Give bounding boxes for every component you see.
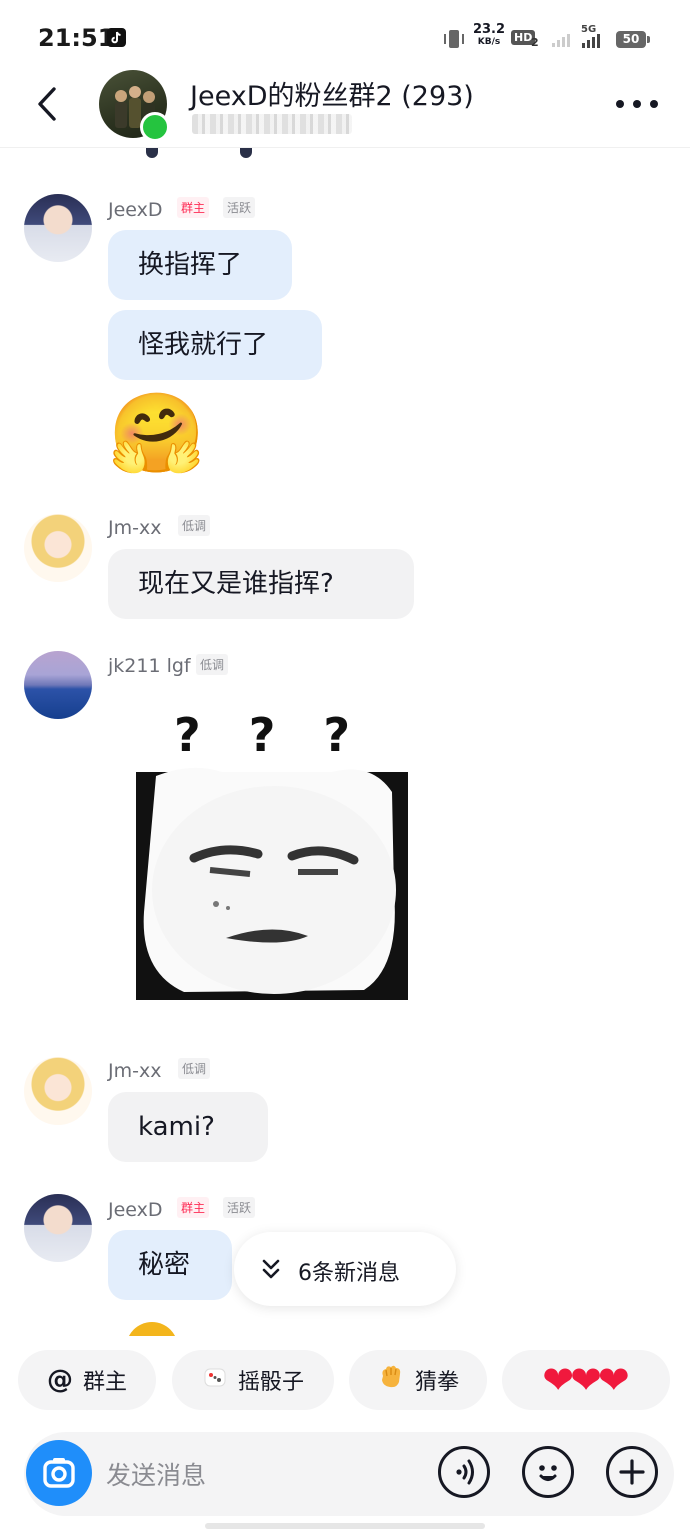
badge-lowkey: 低调 — [178, 1058, 211, 1079]
group-title[interactable]: JeexD的粉丝群2 (293) — [190, 74, 474, 113]
hearts-button[interactable]: ❤ ❤ ❤ — [502, 1350, 670, 1410]
voice-button[interactable] — [438, 1446, 490, 1498]
sender-name: jk211 lgf — [108, 655, 191, 677]
badge-active: 活跃 — [223, 197, 256, 218]
panda-sticker[interactable]: ? ? ? — [132, 708, 412, 1002]
at-icon: @ — [46, 1365, 73, 1395]
message-input-placeholder[interactable]: 发送消息 — [106, 1456, 206, 1492]
partial-emoji — [126, 1322, 178, 1336]
more-dot-icon — [633, 100, 641, 108]
avatar-jm-xx[interactable] — [24, 514, 92, 582]
more-dot-icon — [650, 100, 658, 108]
badge-owner: 群主 — [177, 197, 210, 218]
badge-owner: 群主 — [177, 1197, 210, 1218]
new-messages-button[interactable]: 6条新消息 — [234, 1232, 456, 1306]
signal-icon — [552, 31, 574, 51]
avatar-jeexd[interactable] — [24, 1194, 92, 1262]
avatar-jeexd[interactable] — [24, 194, 92, 262]
message-bubble[interactable]: 现在又是谁指挥? — [108, 549, 414, 619]
tiktok-icon — [107, 28, 126, 47]
dice-icon — [202, 1364, 228, 1396]
voice-icon — [456, 1459, 474, 1485]
chip-label: 猜拳 — [414, 1370, 459, 1395]
more-actions-button[interactable] — [606, 1446, 658, 1498]
plus-icon — [619, 1459, 645, 1485]
more-options-button[interactable] — [612, 94, 662, 114]
hd-sub: 2 — [531, 36, 539, 49]
chip-label: 群主 — [82, 1370, 127, 1395]
more-dot-icon — [616, 100, 624, 108]
camera-icon — [43, 1458, 75, 1488]
avatar-jk211-lgf[interactable] — [24, 651, 92, 719]
badge-lowkey: 低调 — [196, 654, 229, 675]
message-bubble[interactable]: kami? — [108, 1092, 268, 1162]
header-divider — [0, 147, 690, 148]
battery-icon: 50 — [616, 31, 646, 48]
message-bubble[interactable]: 换指挥了 — [108, 230, 292, 300]
net-speed-unit: KB/s — [477, 37, 501, 47]
home-indicator — [205, 1523, 485, 1529]
badge-lowkey: 低调 — [178, 515, 211, 536]
cropped-sticker-edge — [140, 148, 260, 160]
back-button[interactable] — [30, 82, 66, 126]
net-speed: 23.2 KB/s — [472, 22, 506, 48]
message-bubble[interactable]: 秘密 — [108, 1230, 232, 1300]
chevron-left-icon — [38, 87, 56, 121]
vibrate-icon — [442, 28, 466, 50]
status-time: 21:51 — [38, 24, 115, 52]
net-speed-value: 23.2 — [472, 22, 506, 37]
smiley-icon — [539, 1465, 557, 1481]
roll-dice-button[interactable]: 摇骰子 — [172, 1350, 334, 1410]
mention-owner-button[interactable]: @ 群主 — [18, 1350, 156, 1410]
network-label: 5G — [581, 24, 597, 35]
fist-icon — [377, 1364, 405, 1396]
sender-name: JeexD — [108, 1199, 163, 1221]
hug-emoji[interactable]: 🤗 — [108, 388, 205, 480]
signal-5g-icon: 5G — [580, 24, 610, 53]
message-bubble[interactable]: 怪我就行了 — [108, 310, 322, 380]
avatar-jm-xx[interactable] — [24, 1057, 92, 1125]
double-chevron-down-icon — [262, 1259, 280, 1279]
sender-name: Jm-xx — [108, 1060, 162, 1082]
panda-face-icon — [136, 767, 408, 1000]
sender-name: JeexD — [108, 199, 163, 221]
new-messages-label: 6条新消息 — [298, 1261, 400, 1286]
sender-name: Jm-xx — [108, 517, 162, 539]
rock-paper-scissors-button[interactable]: 猜拳 — [349, 1350, 487, 1410]
online-status-dot — [140, 112, 170, 142]
badge-active: 活跃 — [223, 1197, 256, 1218]
battery-tip — [647, 36, 650, 43]
heart-icon: ❤ — [597, 1358, 630, 1402]
camera-button[interactable] — [26, 1440, 92, 1506]
blurred-subtitle — [192, 114, 352, 134]
sticker-question-marks: ? ? ? — [174, 708, 367, 762]
emoji-button[interactable] — [522, 1446, 574, 1498]
chip-label: 摇骰子 — [237, 1370, 304, 1395]
